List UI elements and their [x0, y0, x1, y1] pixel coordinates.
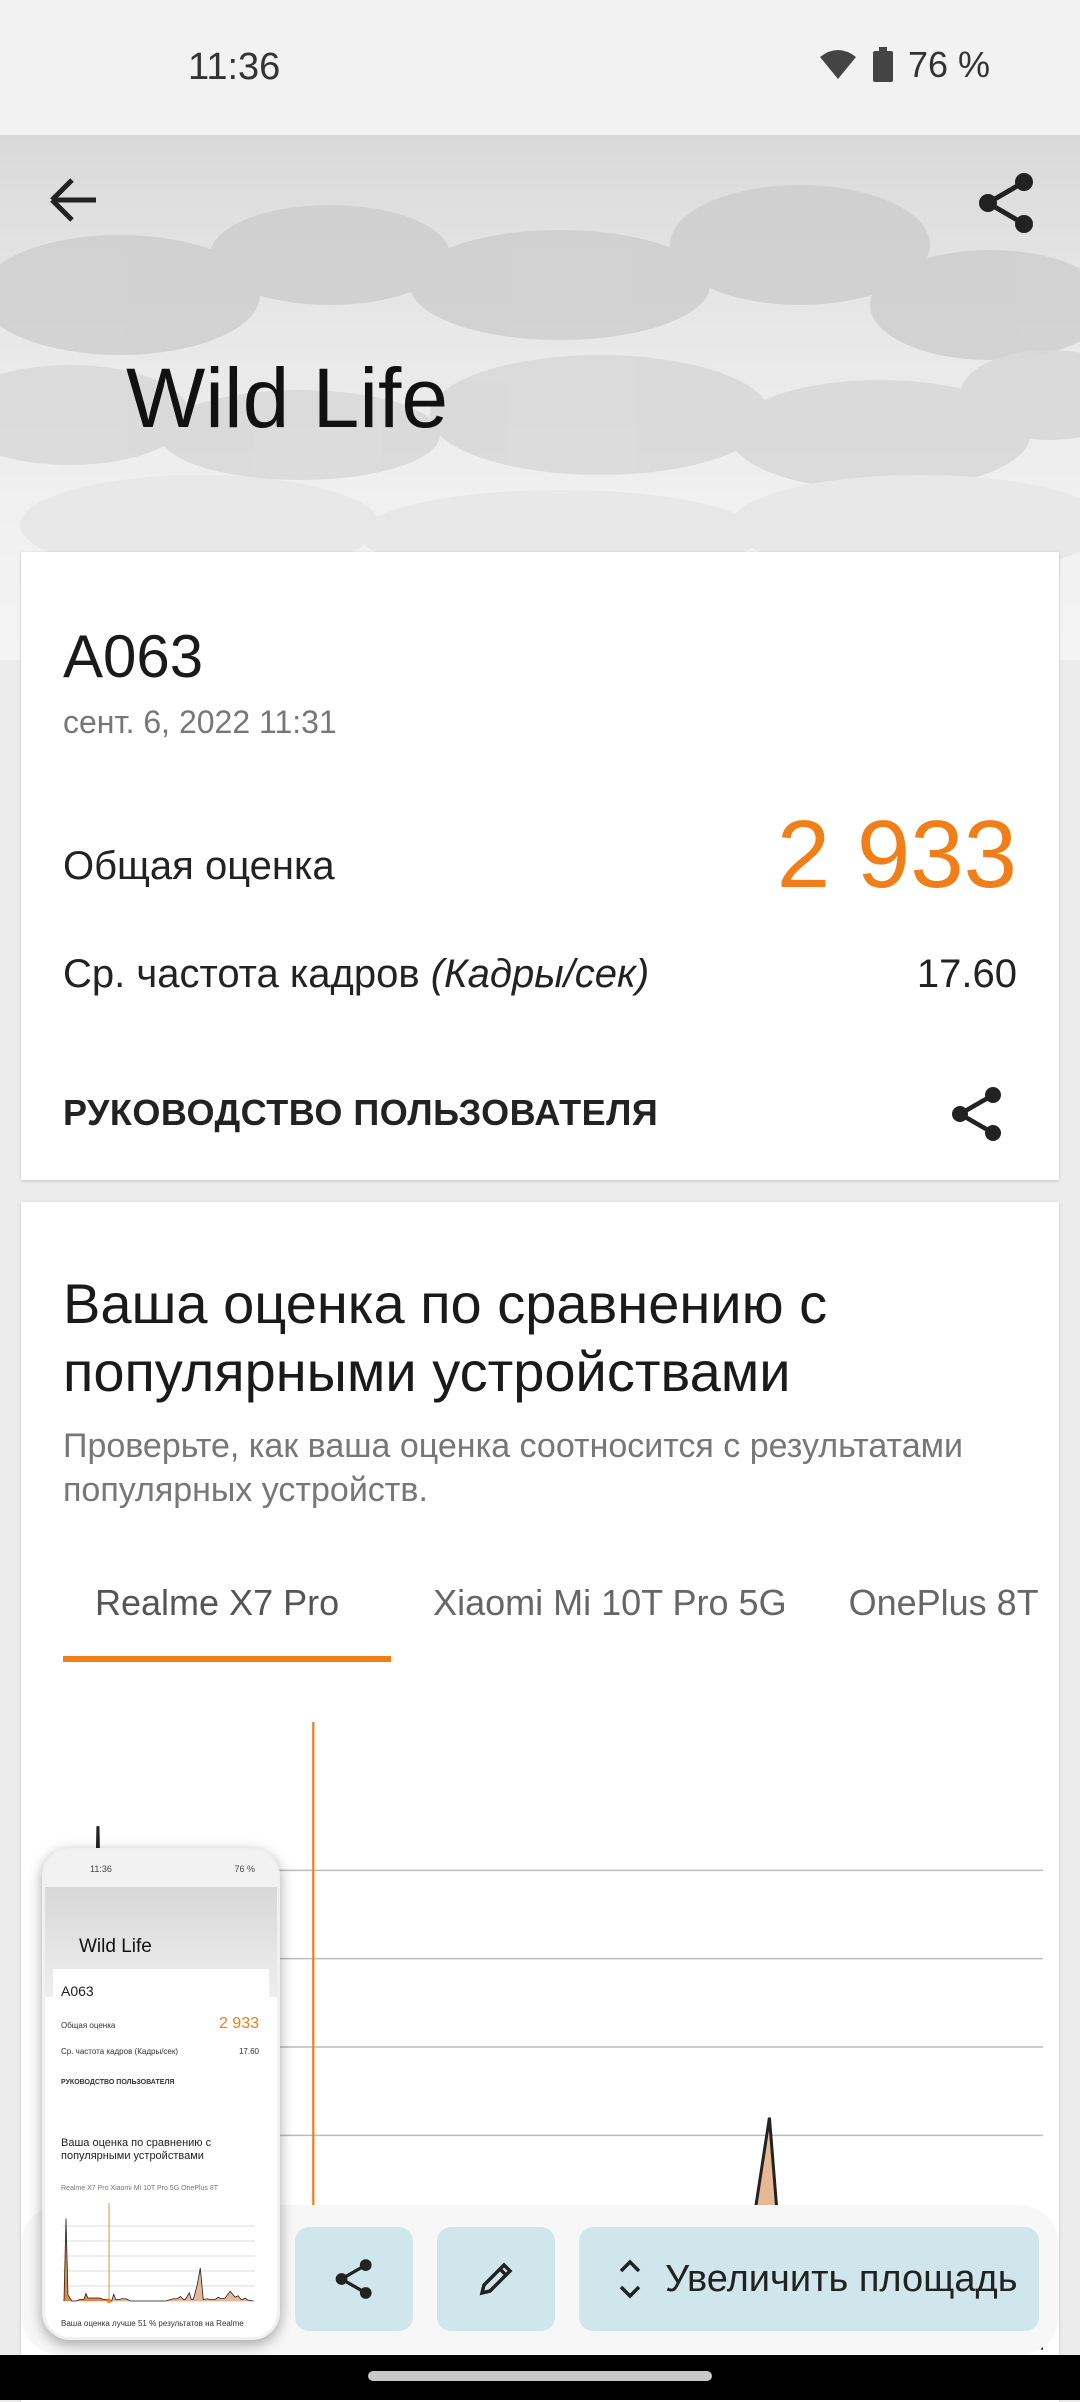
edit-button[interactable]: [437, 2227, 555, 2331]
expand-area-label: Увеличить площадь: [665, 2257, 1018, 2300]
thumbnail-title: Wild Life: [79, 1936, 152, 1957]
thumbnail-comparison-card: Ваша оценка по сравнению с популярными у…: [53, 2127, 269, 2337]
tab-xiaomi-mi-10t-pro[interactable]: Xiaomi Mi 10T Pro 5G: [433, 1582, 786, 1624]
battery-level: 76 %: [907, 44, 990, 85]
thumbnail-status-bar: 11:36 76 %: [45, 1851, 277, 1887]
thumbnail-guide: РУКОВОДСТВО ПОЛЬЗОВАТЕЛЯ: [61, 2079, 175, 2086]
thumbnail-battery: 76 %: [234, 1864, 255, 1874]
device-name: A063: [63, 623, 204, 690]
system-nav-bar: [0, 2355, 1080, 2400]
thumbnail-tabs: Realme X7 Pro Xiaomi Mi 10T Pro 5G OnePl…: [61, 2185, 219, 2192]
status-bar: 11:36 76 %: [0, 0, 1080, 135]
thumbnail-comparison-title: Ваша оценка по сравнению с популярными у…: [61, 2137, 212, 2162]
comparison-title: Ваша оценка по сравнению с популярными у…: [63, 1272, 828, 1403]
distribution-area-below-score: [63, 2218, 110, 2301]
thumbnail-overall-value: 2 933: [218, 2015, 259, 2032]
thumbnail-fps-value: 17.60: [238, 2047, 259, 2056]
tab-realme-x7-pro[interactable]: Realme X7 Pro: [63, 1582, 371, 1624]
home-gesture-pill[interactable]: [368, 2371, 712, 2381]
status-time: 11:36: [188, 46, 281, 88]
thumbnail-result-card: A063 Общая оценка 2 933 Ср. частота кадр…: [53, 1969, 269, 2119]
user-guide-link[interactable]: РУКОВОДСТВО ПОЛЬЗОВАТЕЛЯ: [63, 1092, 658, 1134]
status-icons: 76 %: [818, 44, 990, 86]
comparison-subtitle: Проверьте, как ваша оценка соотносится с…: [63, 1427, 963, 1509]
device-tabs: Realme X7 Pro Xiaomi Mi 10T Pro 5G OnePlus…: [63, 1582, 1053, 1662]
fps-label-text: Ср. частота кадров: [63, 952, 431, 996]
share-button[interactable]: [295, 2227, 413, 2331]
thumbnail-footer: Ваша оценка лучше 51 % результатов на Re…: [61, 2319, 244, 2328]
fps-unit: (Кадры/сек): [430, 952, 650, 996]
back-arrow-icon[interactable]: [44, 170, 104, 230]
thumbnail-chart: [63, 2203, 255, 2304]
your-score-marker: [107, 2299, 111, 2303]
fps-label: Ср. частота кадров (Кадры/сек): [63, 952, 649, 997]
battery-icon: [872, 47, 893, 82]
active-tab-indicator: [63, 1656, 391, 1662]
thumbnail-device: A063: [61, 1983, 94, 1999]
screenshot-thumbnail[interactable]: 11:36 76 % Wild Life A063 Общая оценка 2…: [42, 1848, 280, 2340]
share-icon: [335, 2259, 372, 2299]
thumbnail-time: 11:36: [90, 1864, 112, 1874]
tab-oneplus-8t[interactable]: OnePlus 8T: [849, 1582, 1039, 1624]
pencil-icon: [479, 2262, 513, 2296]
overall-score-value: 2 933: [776, 801, 1017, 908]
overall-score-label: Общая оценка: [63, 844, 335, 888]
share-icon[interactable]: [947, 1084, 1007, 1144]
distribution-line: [63, 2218, 254, 2302]
test-date: сент. 6, 2022 11:31: [63, 704, 337, 740]
thumbnail-fps-label: Ср. частота кадров (Кадры/сек): [61, 2047, 179, 2056]
share-icon[interactable]: [974, 170, 1040, 236]
result-card: A063 сент. 6, 2022 11:31 Общая оценка 2 …: [21, 552, 1059, 1180]
page-title: Wild Life: [126, 351, 449, 445]
distribution-area: [63, 2218, 254, 2301]
wifi-icon: [819, 50, 856, 79]
thumbnail-overall-label: Общая оценка: [61, 2021, 116, 2030]
expand-area-button[interactable]: Увеличить площадь: [579, 2227, 1039, 2331]
fps-value: 17.60: [916, 952, 1017, 996]
expand-vertical-icon: [619, 2259, 641, 2299]
